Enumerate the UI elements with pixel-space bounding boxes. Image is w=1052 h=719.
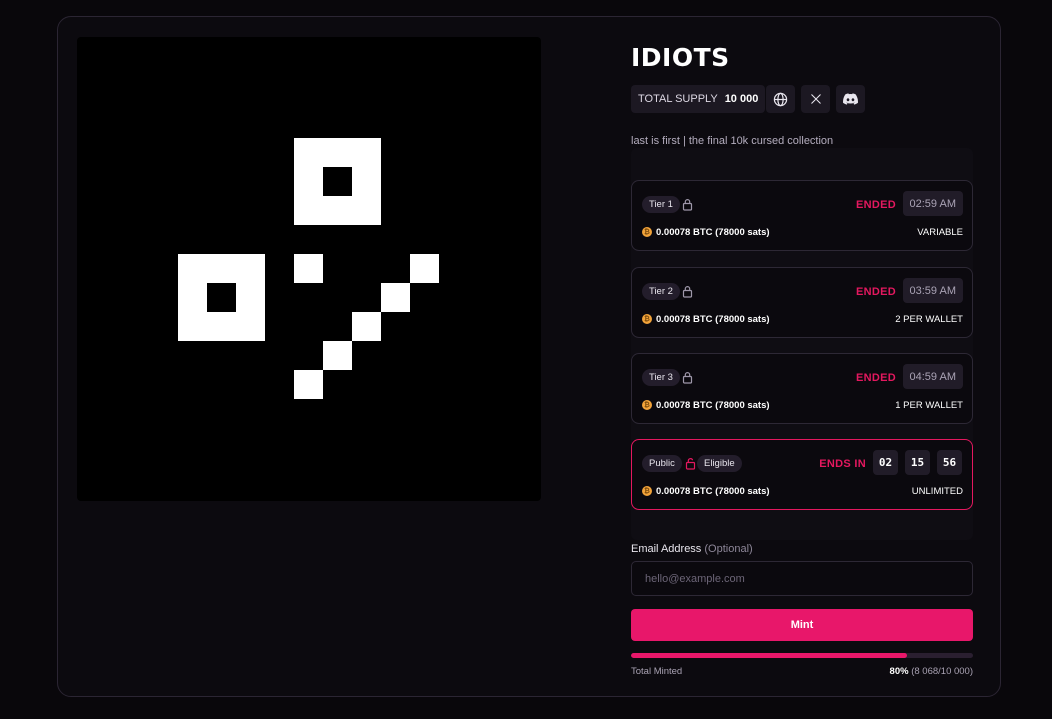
eligibility-badge: Eligible [697, 455, 742, 472]
collection-artwork [77, 37, 541, 501]
tier-name-badge: Public [642, 455, 682, 472]
email-label-text: Email Address [631, 543, 702, 555]
x-twitter-link[interactable] [801, 85, 830, 113]
tier-limit: UNLIMITED [911, 486, 963, 497]
bitcoin-icon: ₿ [642, 486, 652, 496]
collection-description: last is first | the final 10k cursed col… [631, 135, 834, 147]
globe-icon [773, 92, 788, 106]
email-label: Email Address (Optional) [631, 543, 753, 555]
email-input[interactable] [631, 561, 973, 596]
countdown-seconds: 56 [937, 450, 962, 475]
mint-progress-bar [631, 653, 973, 658]
tier-time: 03:59 AM [902, 278, 963, 303]
countdown-hours: 02 [873, 450, 898, 475]
tier-price: 0.00078 BTC (78000 sats) [656, 486, 770, 497]
lock-icon [682, 199, 693, 211]
bitcoin-icon: ₿ [642, 314, 652, 324]
tier-price: 0.00078 BTC (78000 sats) [656, 400, 770, 411]
supply-label: TOTAL SUPPLY [638, 93, 718, 105]
tier-status: ENDS IN [819, 458, 866, 470]
tier-name-badge: Tier 3 [642, 369, 680, 386]
mint-button[interactable]: Mint [631, 609, 973, 641]
minted-percent: 80% [889, 666, 909, 677]
tier-name-badge: Tier 1 [642, 196, 680, 213]
tier-limit: 2 PER WALLET [895, 314, 963, 325]
lock-icon [682, 372, 693, 384]
countdown-minutes: 15 [905, 450, 930, 475]
supply-value: 10 000 [724, 93, 759, 105]
x-twitter-icon [810, 94, 821, 104]
bitcoin-icon: ₿ [642, 227, 652, 237]
tier-card-2[interactable]: Tier 2 ENDED 03:59 AM ₿ 0.00078 BTC (780… [631, 267, 973, 338]
tier-time: 04:59 AM [902, 364, 963, 389]
unlock-icon [685, 458, 696, 470]
tier-card-1[interactable]: Tier 1 ENDED 02:59 AM ₿ 0.00078 BTC (780… [631, 180, 973, 251]
tier-status: ENDED [855, 372, 896, 384]
total-minted-label: Total Minted [631, 666, 683, 677]
minted-count: (8 068/10 000) [911, 666, 973, 677]
discord-link[interactable] [836, 85, 865, 113]
total-supply-badge: TOTAL SUPPLY 10 000 [631, 85, 766, 113]
total-minted-value: 80% (8 068/10 000) [890, 666, 973, 677]
tier-limit: 1 PER WALLET [895, 400, 963, 411]
tier-limit: VARIABLE [917, 227, 963, 238]
tier-price: 0.00078 BTC (78000 sats) [656, 227, 770, 238]
lock-icon [682, 286, 693, 298]
tier-card-public[interactable]: Public Eligible ENDS IN 02 15 56 ₿ 0.000… [631, 439, 973, 510]
mint-progress-fill [631, 653, 907, 658]
tier-card-3[interactable]: Tier 3 ENDED 04:59 AM ₿ 0.00078 BTC (780… [631, 353, 973, 424]
discord-icon [843, 93, 858, 105]
tier-time: 02:59 AM [902, 191, 963, 216]
tier-name-badge: Tier 2 [642, 283, 680, 300]
bitcoin-icon: ₿ [642, 400, 652, 410]
email-optional-text: (Optional) [704, 543, 753, 555]
website-link[interactable] [766, 85, 795, 113]
tier-status: ENDED [855, 199, 896, 211]
tier-price: 0.00078 BTC (78000 sats) [656, 314, 770, 325]
collection-title: IDIOTS [631, 43, 730, 72]
tier-status: ENDED [855, 286, 896, 298]
